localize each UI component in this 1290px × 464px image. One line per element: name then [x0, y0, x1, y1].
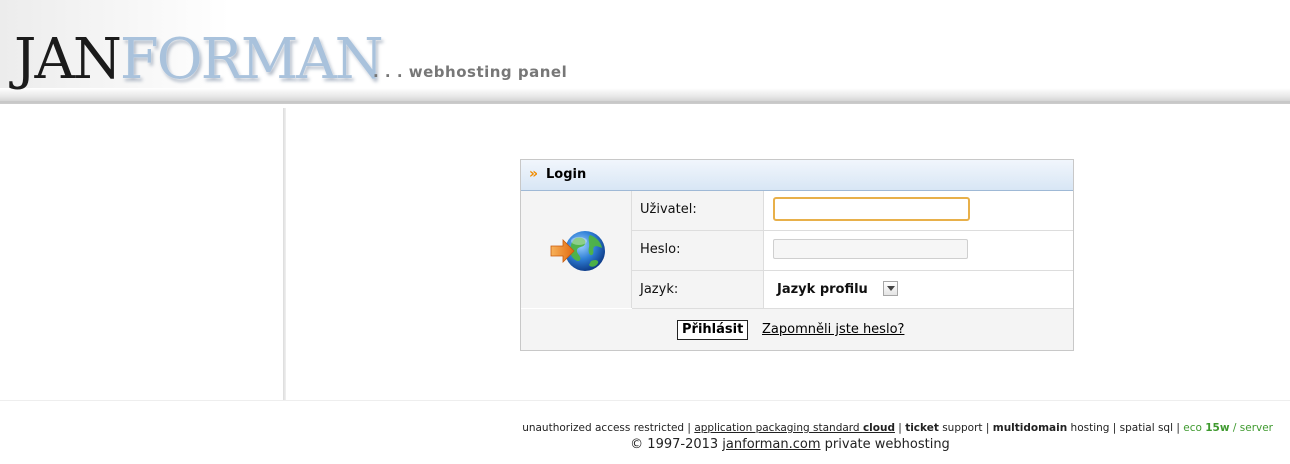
footer-link-app-packaging[interactable]: application packaging standard cloud: [694, 422, 895, 434]
password-label: Heslo:: [640, 242, 681, 257]
language-label: Jazyk:: [640, 282, 679, 297]
password-input[interactable]: [773, 239, 968, 259]
login-icon-cell: [521, 191, 632, 308]
header-divider: [0, 101, 1290, 103]
copyright-link[interactable]: janforman.com: [722, 437, 820, 452]
user-value-cell: [764, 191, 1073, 230]
copyright: © 1997-2013 janforman.com private webhos…: [0, 437, 1290, 452]
footer-support-text: support |: [938, 422, 993, 434]
language-select-value: Jazyk profilu: [777, 282, 868, 297]
password-label-cell: Heslo:: [632, 231, 764, 270]
user-row: Uživatel:: [632, 191, 1073, 231]
dropdown-arrow-icon[interactable]: [883, 281, 898, 296]
footer-eco-text: eco: [1183, 422, 1206, 434]
login-box: » Login Uživatel: Heslo: Jazyk: Jazyk pr…: [520, 159, 1074, 351]
double-chevron-icon: »: [529, 166, 538, 182]
footer-link-app-packaging-text: application packaging standard: [694, 422, 863, 434]
login-title: Login: [546, 167, 587, 182]
password-value-cell: [764, 231, 1073, 270]
footer-link-cloud-text: cloud: [862, 422, 895, 434]
login-globe-icon: [550, 231, 605, 271]
content-bottom-line: [0, 400, 1290, 401]
footer-separator: |: [894, 422, 906, 434]
forgot-password-link[interactable]: Zapomněli jste heslo?: [762, 322, 904, 337]
footer-links: unauthorized access restricted | applica…: [273, 422, 1273, 434]
password-row: Heslo:: [632, 231, 1073, 271]
footer-text-restricted: unauthorized access restricted |: [522, 422, 695, 434]
language-row: Jazyk: Jazyk profilu: [632, 271, 1073, 309]
user-label-cell: Uživatel:: [632, 191, 764, 230]
left-column-divider: [283, 108, 286, 401]
footer-ticket-text: ticket: [905, 422, 939, 434]
login-button[interactable]: Přihlásit: [677, 320, 749, 340]
logo: JANFORMAN: [14, 27, 384, 92]
language-select[interactable]: Jazyk profilu: [764, 271, 1073, 308]
copyright-suffix: private webhosting: [820, 437, 950, 452]
username-input[interactable]: [773, 197, 970, 221]
footer-eco-server: / server: [1229, 422, 1273, 434]
login-header: » Login: [521, 160, 1073, 191]
logo-text-forman: FORMAN: [119, 27, 384, 92]
footer-eco-watts: 15w: [1205, 422, 1230, 434]
copyright-text: © 1997-2013: [630, 437, 723, 452]
footer-eco: eco 15w / server: [1183, 422, 1273, 434]
login-actions: Přihlásit Zapomněli jste heslo?: [521, 309, 1073, 350]
logo-tagline: . . . webhosting panel: [373, 63, 568, 81]
user-label: Uživatel:: [640, 202, 697, 217]
logo-text-jan: JAN: [14, 27, 122, 92]
footer-hosting-text: hosting | spatial sql |: [1067, 422, 1184, 434]
footer-multidomain-text: multidomain: [992, 422, 1068, 434]
language-label-cell: Jazyk:: [632, 271, 764, 308]
